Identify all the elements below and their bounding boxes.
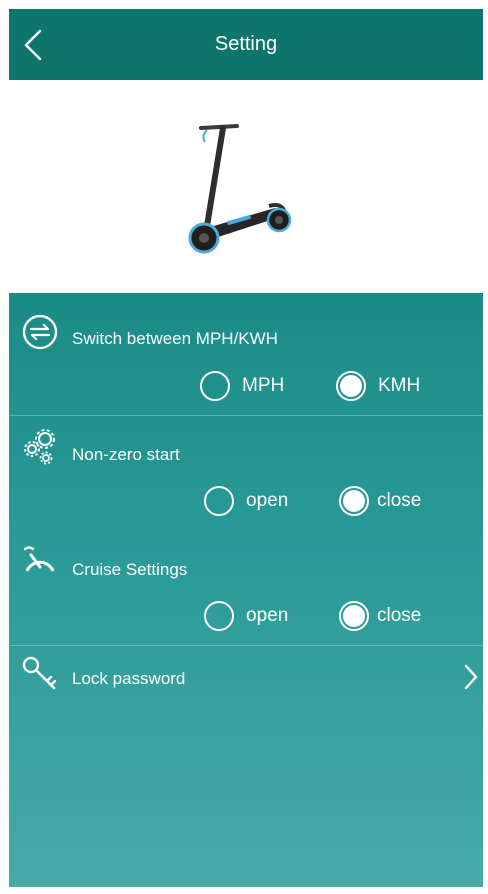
radio-kmh[interactable] (336, 371, 366, 401)
radio-nonzero-close[interactable] (339, 486, 369, 516)
cruise-option-close[interactable]: close (339, 601, 421, 631)
gears-icon (24, 429, 55, 465)
radio-cruise-close[interactable] (339, 601, 369, 631)
units-option-mph-label: MPH (242, 375, 285, 396)
scooter-image-area (9, 80, 483, 293)
cruise-setting-title: Cruise Settings (72, 560, 188, 579)
key-icon (22, 656, 57, 690)
scooter-image (188, 124, 292, 254)
settings-panel: Switch between MPH/KWH MPH KMH Non-zero … (9, 293, 483, 887)
units-setting-title: Switch between MPH/KWH (72, 329, 278, 348)
cruise-option-open-label: open (246, 605, 289, 626)
nonzero-option-close[interactable]: close (339, 486, 421, 516)
nonzero-option-open-label: open (246, 490, 289, 511)
lock-password-title: Lock password (72, 669, 186, 688)
nonzero-option-close-label: close (377, 490, 422, 511)
speedometer-icon (23, 546, 55, 572)
cruise-option-open[interactable]: open (204, 601, 288, 631)
lock-password-row[interactable]: Lock password (9, 643, 483, 703)
radio-nonzero-open[interactable] (204, 486, 234, 516)
chevron-right-icon (464, 664, 478, 690)
units-option-mph[interactable]: MPH (200, 371, 284, 401)
app-screen: Setting Switch between MPH/KWH MPH KMH N… (9, 9, 483, 887)
units-option-kmh-label: KMH (378, 375, 421, 396)
divider (9, 415, 483, 416)
radio-mph[interactable] (200, 371, 230, 401)
nonzero-setting-title: Non-zero start (72, 445, 180, 464)
cruise-option-close-label: close (377, 605, 422, 626)
radio-cruise-open[interactable] (204, 601, 234, 631)
units-option-kmh[interactable]: KMH (336, 371, 420, 401)
page-title: Setting (214, 33, 278, 55)
switch-arrows-icon (22, 314, 58, 350)
nonzero-option-open[interactable]: open (204, 486, 288, 516)
header-bar: Setting (9, 9, 483, 80)
